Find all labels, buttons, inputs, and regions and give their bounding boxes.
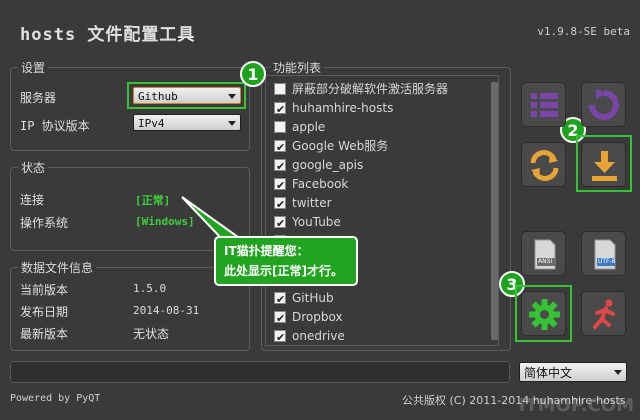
current-version-label: 当前版本 xyxy=(20,283,69,297)
status-bar xyxy=(10,361,510,383)
language-select-value: 简体中文 xyxy=(524,366,573,380)
function-checkbox[interactable] xyxy=(274,176,286,195)
release-date-value: 2014-08-31 xyxy=(133,304,200,317)
function-item-label: huhamhire-hosts xyxy=(292,101,394,115)
function-checkbox[interactable] xyxy=(274,290,286,309)
function-item-label: onedrive xyxy=(292,329,345,343)
language-select[interactable]: 简体中文 xyxy=(519,362,627,382)
list-button[interactable] xyxy=(521,82,566,127)
release-date-label: 发布日期 xyxy=(20,305,69,319)
ip-version-label: IP 协议版本 xyxy=(20,119,90,133)
exit-runner-icon xyxy=(593,299,615,329)
os-label: 操作系统 xyxy=(20,216,69,230)
chevron-down-icon xyxy=(228,94,236,99)
app-version: v1.9.8-SE beta xyxy=(537,25,630,38)
latest-version-value: 无状态 xyxy=(133,327,170,341)
status-group-label: 状态 xyxy=(18,159,49,176)
datafile-group-label: 数据文件信息 xyxy=(18,259,97,276)
function-checkbox[interactable] xyxy=(274,328,286,345)
gear-icon xyxy=(529,299,560,330)
powered-by: Powered by PyQT xyxy=(10,393,101,404)
chevron-down-icon xyxy=(228,121,236,126)
function-item-label: Facebook xyxy=(292,177,349,191)
server-select[interactable]: Github xyxy=(133,87,241,104)
app-title: hosts 文件配置工具 xyxy=(20,25,196,45)
function-checkbox[interactable] xyxy=(274,157,286,176)
ansi-button[interactable]: ANSI xyxy=(521,231,566,276)
function-list-scroll-thumb[interactable] xyxy=(491,82,498,340)
function-list[interactable]: 屏蔽部分破解软件激活服务器 huhamhire-hosts apple Google … xyxy=(265,75,499,346)
function-checkbox[interactable] xyxy=(274,121,286,133)
download-icon xyxy=(592,151,617,181)
server-select-value: Github xyxy=(138,90,178,103)
sync-icon xyxy=(530,150,559,181)
utf8-button[interactable]: UTF-8 xyxy=(581,231,626,276)
sync-button[interactable] xyxy=(521,142,566,187)
function-item-label: GitHub xyxy=(292,291,334,305)
settings-button[interactable] xyxy=(521,291,566,336)
connection-label: 连接 xyxy=(20,193,45,207)
callout-line-1: IT猫扑提醒您： xyxy=(224,244,309,258)
callout-box: IT猫扑提醒您： 此处显示[正常]才行。 xyxy=(214,236,358,286)
function-item-label: apple xyxy=(292,120,326,134)
refresh-button[interactable] xyxy=(581,82,626,127)
function-item-label: Dropbox xyxy=(292,310,343,324)
refresh-icon xyxy=(589,89,619,120)
function-checkbox[interactable] xyxy=(274,83,286,95)
callout-line-2: 此处显示[正常]才行。 xyxy=(224,264,343,278)
function-item-label: YouTube xyxy=(292,215,341,229)
function-checkbox[interactable] xyxy=(274,309,286,328)
chevron-down-icon xyxy=(614,370,622,375)
utf8-icon xyxy=(594,239,616,270)
ansi-icon xyxy=(534,239,556,270)
function-checkbox[interactable] xyxy=(274,138,286,157)
functions-group-label: 功能列表 xyxy=(270,59,325,76)
function-checkbox[interactable] xyxy=(274,195,286,214)
function-item-label: twitter xyxy=(292,196,332,210)
utf8-label: UTF-8 xyxy=(598,258,616,265)
settings-group-label: 设置 xyxy=(18,59,49,76)
exit-button[interactable] xyxy=(581,291,626,336)
function-item-label: google_apis xyxy=(292,158,364,172)
list-icon xyxy=(531,93,558,117)
ansi-label: ANSI xyxy=(538,258,553,265)
ip-version-value: IPv4 xyxy=(138,117,165,130)
download-button[interactable] xyxy=(581,142,626,187)
connection-status: [正常] xyxy=(135,194,171,207)
settings-group xyxy=(10,67,250,151)
badge-1: 1 xyxy=(240,61,266,87)
function-checkbox[interactable] xyxy=(274,214,286,233)
latest-version-label: 最新版本 xyxy=(20,327,69,341)
watermark: ITMOP.COM xyxy=(518,395,634,416)
function-item-label: Google Web服务 xyxy=(292,139,389,153)
ip-version-select[interactable]: IPv4 xyxy=(133,114,241,131)
current-version-value: 1.5.0 xyxy=(133,282,167,295)
function-item-label: 屏蔽部分破解软件激活服务器 xyxy=(292,82,449,96)
function-checkbox[interactable] xyxy=(274,100,286,119)
server-label: 服务器 xyxy=(20,91,57,105)
